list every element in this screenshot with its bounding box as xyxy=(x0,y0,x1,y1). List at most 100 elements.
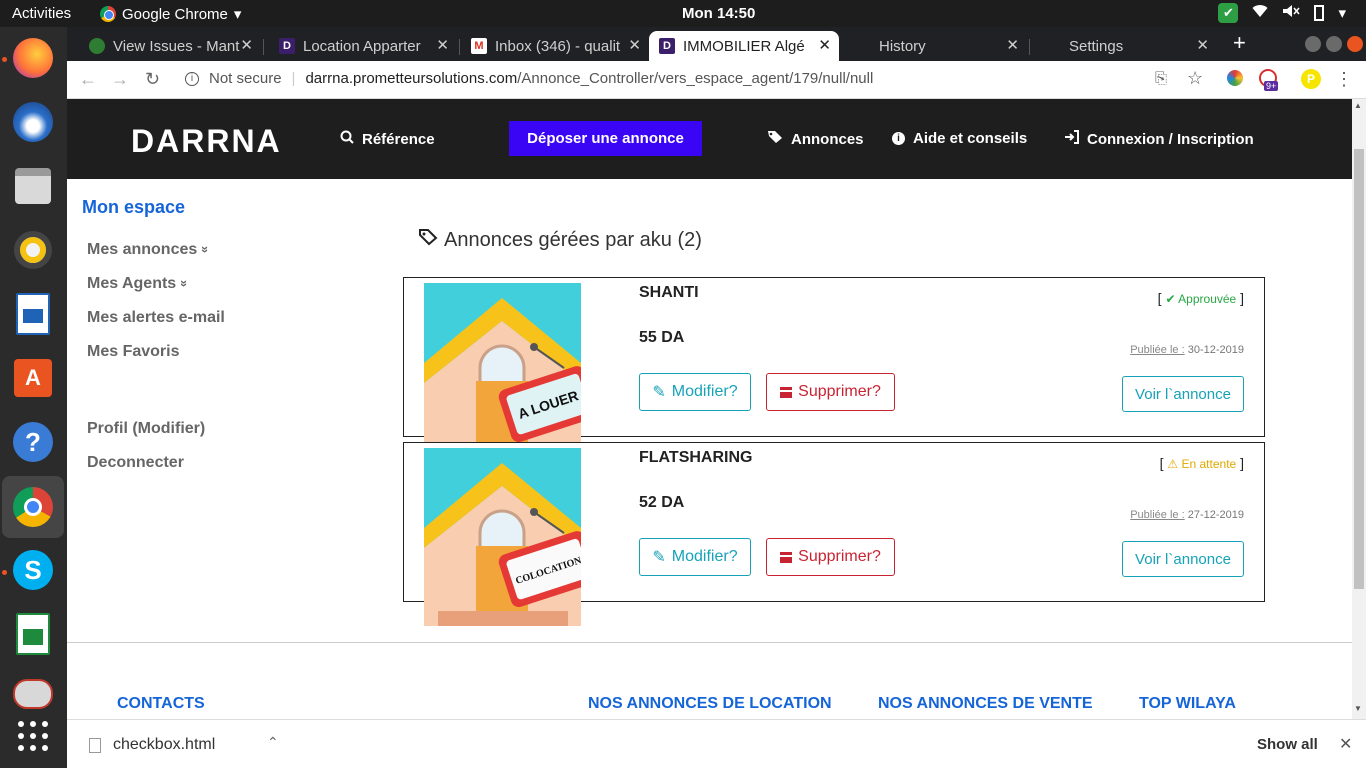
activities-button[interactable]: Activities xyxy=(12,5,71,22)
power-menu-icon[interactable]: ▾ xyxy=(1338,4,1346,22)
minimize-button[interactable] xyxy=(1305,36,1321,52)
publish-date: Publiée le : 30-12-2019 xyxy=(1130,344,1244,356)
site-header: DARRNA Référence Déposer une annonce Ann… xyxy=(67,99,1352,179)
close-icon[interactable]: ✕ xyxy=(240,36,253,54)
delete-button[interactable]: Supprimer? xyxy=(766,538,895,576)
app-menu[interactable]: Google Chrome ▾ xyxy=(100,5,241,23)
forward-icon[interactable]: → xyxy=(111,69,129,90)
close-icon[interactable]: ✕ xyxy=(1006,36,1019,54)
sidebar-item-alertes[interactable]: Mes alertes e-mail xyxy=(87,309,225,327)
sidebar-item-mes-agents[interactable]: Mes Agents » xyxy=(87,275,192,293)
sidebar-item-profil[interactable]: Profil (Modifier) xyxy=(87,420,205,438)
rhythmbox-icon[interactable] xyxy=(8,225,58,275)
show-all-button[interactable]: Show all xyxy=(1257,736,1318,753)
sign-in-icon xyxy=(1064,130,1079,148)
close-icon[interactable]: ✕ xyxy=(628,36,641,54)
page-title-text: Annonces gérées par aku (2) xyxy=(444,228,702,251)
nav-reference[interactable]: Référence xyxy=(340,130,435,148)
delete-button[interactable]: Supprimer? xyxy=(766,373,895,411)
sidebar-item-favoris[interactable]: Mes Favoris xyxy=(87,343,179,361)
wifi-icon[interactable] xyxy=(1252,4,1268,22)
close-icon[interactable]: ✕ xyxy=(436,36,449,54)
volume-icon[interactable] xyxy=(1282,4,1301,22)
status-text: Approuvée xyxy=(1178,292,1237,306)
nav-login[interactable]: Connexion / Inscription xyxy=(1064,130,1254,148)
scroll-up-icon[interactable]: ▲ xyxy=(1354,101,1362,110)
calc-icon[interactable] xyxy=(8,609,58,659)
clock[interactable]: Mon 14:50 xyxy=(682,5,755,22)
tab-inbox[interactable]: M Inbox (346) - qualit ✕ xyxy=(461,31,649,61)
archive-icon xyxy=(780,386,793,398)
nav-ads[interactable]: Annonces xyxy=(767,130,864,148)
scroll-down-icon[interactable]: ▼ xyxy=(1354,704,1362,713)
nav-reference-label: Référence xyxy=(362,130,435,148)
url-text[interactable]: darrna.prometteursolutions.com/Annonce_C… xyxy=(305,70,873,87)
bookmark-star-icon[interactable]: ☆ xyxy=(1187,68,1203,89)
check-icon: ✔ xyxy=(1165,292,1176,306)
site-favicon-icon: D xyxy=(659,38,675,54)
security-label[interactable]: Not secure xyxy=(209,70,282,87)
chrome-dock-icon[interactable] xyxy=(2,476,64,538)
tab-settings[interactable]: Settings ✕ xyxy=(1035,31,1217,61)
edit-button[interactable]: ✎ Modifier? xyxy=(639,373,751,411)
close-window-button[interactable] xyxy=(1347,36,1363,52)
menu-icon[interactable]: ⋮ xyxy=(1335,69,1353,90)
post-ad-button[interactable]: Déposer une annonce xyxy=(509,121,702,156)
sidebar-item-mes-annonces[interactable]: Mes annonces » xyxy=(87,241,213,259)
new-tab-button[interactable]: + xyxy=(1233,30,1246,56)
scroll-thumb[interactable] xyxy=(1354,149,1364,589)
edit-label: Modifier? xyxy=(671,548,738,565)
sidebar-item-label: Mes Agents xyxy=(87,275,177,292)
help-icon[interactable]: ? xyxy=(8,417,58,467)
ad-thumbnail[interactable]: A LOUER xyxy=(424,283,581,448)
running-indicator xyxy=(2,570,7,575)
view-ad-button[interactable]: Voir l`annonce xyxy=(1122,376,1244,412)
thunderbird-icon[interactable] xyxy=(8,97,58,147)
footer-rent-ads[interactable]: NOS ANNONCES DE LOCATION xyxy=(588,695,832,713)
ad-thumbnail[interactable]: COLOCATION xyxy=(424,448,581,626)
firefox-icon[interactable] xyxy=(8,33,58,83)
running-indicator xyxy=(2,57,7,62)
publish-date-label: Publiée le : xyxy=(1130,344,1185,356)
sidebar-item-deconnecter[interactable]: Deconnecter xyxy=(87,454,184,472)
reload-icon[interactable]: ↻ xyxy=(145,69,160,90)
edit-icon: ✎ xyxy=(652,384,666,401)
writer-icon[interactable] xyxy=(8,289,58,339)
tab-view-issues[interactable]: View Issues - Mant ✕ xyxy=(79,31,261,61)
tab-history[interactable]: History ✕ xyxy=(845,31,1027,61)
page-scrollbar[interactable]: ▲ ▼ xyxy=(1352,99,1366,719)
footer-sale-ads[interactable]: NOS ANNONCES DE VENTE xyxy=(878,695,1093,713)
close-icon[interactable]: ✕ xyxy=(1196,36,1209,54)
files-icon[interactable] xyxy=(8,161,58,211)
edit-button[interactable]: ✎ Modifier? xyxy=(639,538,751,576)
software-center-icon[interactable]: A xyxy=(8,353,58,403)
extension-icon[interactable]: P xyxy=(1301,69,1321,89)
translate-icon[interactable]: ⎘ xyxy=(1155,70,1167,87)
view-ad-button[interactable]: Voir l`annonce xyxy=(1122,541,1244,577)
nav-help[interactable]: i Aide et conseils xyxy=(892,130,1027,147)
maximize-button[interactable] xyxy=(1326,36,1342,52)
chrome-icon xyxy=(100,6,116,22)
chevron-up-icon[interactable]: ⌃ xyxy=(267,734,279,751)
download-item[interactable]: checkbox.html xyxy=(89,736,215,754)
tab-immobilier[interactable]: D IMMOBILIER Algé ✕ xyxy=(649,31,839,61)
site-logo[interactable]: DARRNA xyxy=(131,123,282,160)
address-bar: ← → ↻ i Not secure | darrna.prometteurso… xyxy=(67,61,1366,99)
back-icon[interactable]: ← xyxy=(79,69,97,90)
omnibox-separator: | xyxy=(291,70,296,87)
system-tray[interactable]: ✔ ▾ xyxy=(1218,3,1346,23)
extension-icon[interactable] xyxy=(1227,70,1243,86)
ad-title: SHANTI xyxy=(639,284,699,301)
battery-icon[interactable] xyxy=(1314,5,1325,21)
omnibox[interactable]: i Not secure | darrna.prometteursolution… xyxy=(185,70,873,87)
chevron-down-icon: ▾ xyxy=(233,6,242,23)
close-icon[interactable]: ✕ xyxy=(818,36,831,54)
close-download-bar-icon[interactable]: ✕ xyxy=(1339,734,1352,754)
skype-icon[interactable]: S xyxy=(8,545,58,595)
footer-contacts[interactable]: CONTACTS xyxy=(117,695,205,713)
show-applications-icon[interactable] xyxy=(8,711,58,761)
tab-location[interactable]: D Location Apparter ✕ xyxy=(269,31,457,61)
update-check-icon[interactable]: ✔ xyxy=(1218,3,1239,23)
info-icon[interactable]: i xyxy=(185,71,199,86)
footer-top-wilaya[interactable]: TOP WILAYA xyxy=(1139,695,1236,713)
